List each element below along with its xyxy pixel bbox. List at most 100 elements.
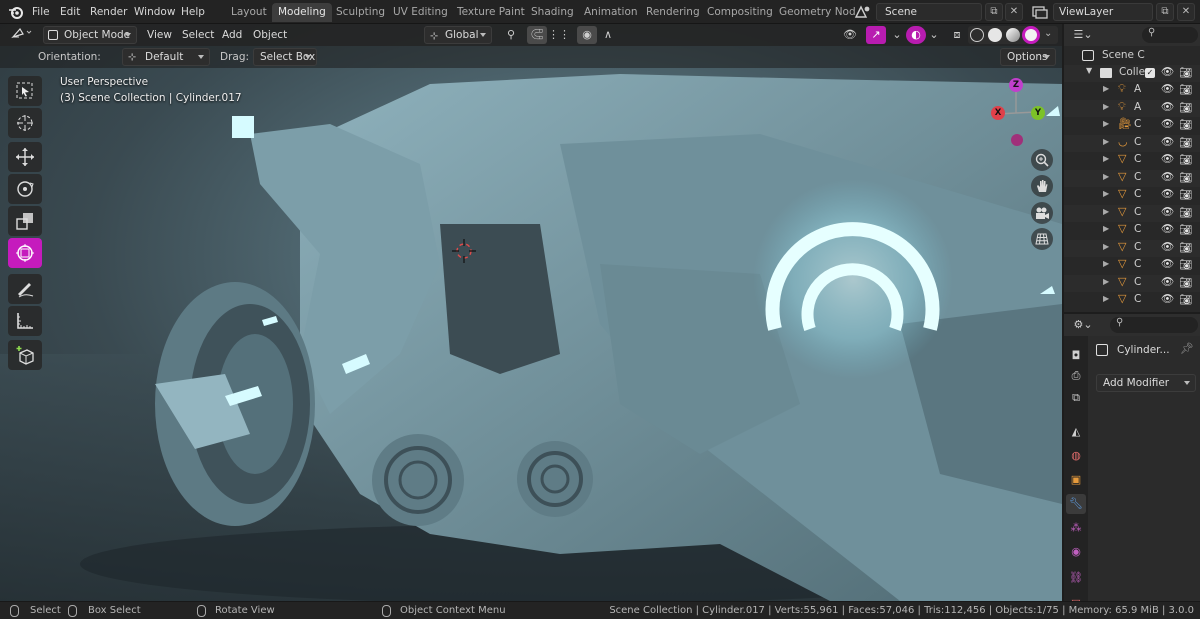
menu-select[interactable]: Select [182, 26, 214, 44]
properties-editor-type-icon[interactable]: ⚙⌄ [1070, 316, 1096, 334]
expand-arrow-icon[interactable]: ▶ [1103, 102, 1109, 111]
outliner-object-row[interactable]: ▶ ▽ C 👁︎ 📷︎ [1064, 152, 1200, 169]
render-camera-icon[interactable]: 📷︎ [1179, 206, 1192, 219]
visibility-eye-icon[interactable]: 👁︎ [1161, 117, 1174, 130]
view-layer-field[interactable]: ViewLayer [1053, 3, 1153, 21]
expand-arrow-icon[interactable]: ▶ [1103, 84, 1109, 93]
menu-help[interactable]: Help [181, 4, 205, 20]
tab-shading[interactable]: Shading [525, 3, 580, 22]
render-camera-icon[interactable]: 📷︎ [1179, 118, 1192, 131]
gizmo-settings-icon[interactable]: ⌄ [887, 26, 907, 44]
expand-arrow-icon[interactable]: ▶ [1103, 189, 1109, 198]
render-camera-icon[interactable]: 📷︎ [1179, 241, 1192, 254]
tool-select-box[interactable] [8, 76, 42, 106]
overlay-icon[interactable]: ◐ [906, 26, 926, 44]
tool-transform[interactable] [8, 238, 42, 268]
ortho-grid-icon[interactable] [1031, 228, 1053, 250]
expand-arrow-icon[interactable]: ▶ [1103, 277, 1109, 286]
scene-field[interactable]: Scene [876, 3, 982, 21]
menu-render[interactable]: Render [90, 4, 127, 20]
tool-cursor[interactable] [8, 108, 42, 138]
snap-icon[interactable]: 🧲︎ [527, 26, 547, 44]
outliner-object-row[interactable]: ▶ ▽ C 👁︎ 📷︎ [1064, 169, 1200, 187]
render-camera-icon[interactable]: 📷︎ [1179, 136, 1192, 149]
render-camera-icon[interactable]: 📷︎ [1179, 171, 1192, 184]
new-scene-icon[interactable]: ⧉ [985, 3, 1003, 21]
tab-geometry-nodes[interactable]: Geometry Nod [773, 3, 862, 22]
editor-type-icon[interactable] [8, 26, 36, 44]
tab-compositing[interactable]: Compositing [701, 3, 779, 22]
outliner-collection[interactable]: ▼ Colle ✓ 👁︎ 📷︎ [1064, 65, 1200, 82]
outliner-scene-collection[interactable]: Scene C [1064, 48, 1200, 65]
view-layer-icon[interactable] [1030, 3, 1050, 21]
navigation-gizmo[interactable]: Z X Y [985, 76, 1055, 151]
expand-arrow-icon[interactable]: ▶ [1103, 137, 1109, 146]
properties-search-input[interactable]: ⚲ [1110, 317, 1198, 333]
visibility-eye-icon[interactable]: 👁︎ [1161, 205, 1174, 218]
outliner-object-row[interactable]: ▶ 💡︎ A 👁︎ 📷︎ [1064, 82, 1200, 99]
shading-material-icon[interactable] [1006, 28, 1020, 42]
menu-add[interactable]: Add [222, 26, 242, 44]
expand-arrow-icon[interactable]: ▼ [1086, 66, 1092, 75]
object-tab-icon[interactable]: ▣ [1066, 470, 1086, 490]
visibility-eye-icon[interactable]: 👁︎ [1161, 82, 1174, 95]
tool-scale[interactable] [8, 206, 42, 236]
outliner-object-row[interactable]: ▶ ▽ C 👁︎ 📷︎ [1064, 204, 1200, 222]
tab-uv-editing[interactable]: UV Editing [387, 3, 454, 22]
tab-animation[interactable]: Animation [578, 3, 644, 22]
physics-tab-icon[interactable]: ◉ [1066, 542, 1086, 562]
gizmo-icon[interactable]: ↗ [866, 26, 886, 44]
visibility-eye-icon[interactable]: 👁︎ [1161, 187, 1174, 200]
exclude-checkbox[interactable]: ✓ [1145, 68, 1155, 78]
view-layer-tab-icon[interactable]: ⧉ [1066, 388, 1086, 408]
visibility-eye-icon[interactable]: 👁︎ [1161, 100, 1174, 113]
render-tab-icon[interactable]: ◘ [1066, 346, 1086, 366]
tab-modeling[interactable]: Modeling [272, 3, 332, 22]
proportional-edit-icon[interactable]: ◉ [577, 26, 597, 44]
render-camera-icon[interactable]: 📷︎ [1179, 258, 1192, 271]
outliner-object-row[interactable]: ▶ 🎥︎ C 👁︎ 📷︎ [1064, 117, 1200, 134]
menu-edit[interactable]: Edit [60, 4, 80, 20]
expand-arrow-icon[interactable]: ▶ [1103, 207, 1109, 216]
outliner-object-row[interactable]: ▶ ▽ C 👁︎ 📷︎ [1064, 292, 1200, 309]
visibility-eye-icon[interactable]: 👁︎ [1161, 275, 1174, 288]
zoom-icon[interactable] [1031, 149, 1053, 171]
world-tab-icon[interactable]: ◍ [1066, 446, 1086, 466]
outliner-object-row[interactable]: ▶ ▽ C 👁︎ 📷︎ [1064, 187, 1200, 204]
menu-window[interactable]: Window [134, 4, 175, 20]
drag-dropdown[interactable]: Select Box [253, 48, 317, 66]
outliner-object-row[interactable]: ▶ ▽ C 👁︎ 📷︎ [1064, 257, 1200, 274]
tool-measure[interactable] [8, 306, 42, 336]
scene-tab-icon[interactable]: ◭ [1066, 422, 1086, 442]
outliner-object-row[interactable]: ▶ ▽ C 👁︎ 📷︎ [1064, 222, 1200, 239]
falloff-icon[interactable]: ∧ [598, 26, 618, 44]
visibility-eye-icon[interactable]: 👁︎ [1161, 65, 1174, 78]
new-view-layer-icon[interactable]: ⧉ [1156, 3, 1174, 21]
expand-arrow-icon[interactable]: ▶ [1103, 119, 1109, 128]
tab-layout[interactable]: Layout [225, 3, 273, 22]
render-camera-icon[interactable]: 📷︎ [1179, 83, 1192, 96]
3d-viewport[interactable]: Object Mode View Select Add Object ⊹ Glo… [0, 24, 1062, 601]
menu-object[interactable]: Object [253, 26, 287, 44]
scene-icon[interactable] [853, 3, 873, 21]
3d-cursor-icon[interactable] [452, 239, 476, 263]
gizmo-z-axis[interactable]: Z [1009, 78, 1023, 92]
tab-rendering[interactable]: Rendering [640, 3, 706, 22]
pan-hand-icon[interactable] [1031, 175, 1053, 197]
xray-icon[interactable]: ⧈ [947, 26, 967, 44]
render-camera-icon[interactable]: 📷︎ [1179, 66, 1192, 79]
menu-file[interactable]: File [32, 4, 50, 20]
camera-view-icon[interactable] [1031, 202, 1053, 224]
tab-sculpting[interactable]: Sculpting [330, 3, 391, 22]
orientation-dropdown[interactable]: ⊹ Default [122, 48, 210, 66]
render-camera-icon[interactable]: 📷︎ [1179, 101, 1192, 114]
tool-rotate[interactable] [8, 174, 42, 204]
outliner-object-row[interactable]: ▶ 💡︎ A 👁︎ 📷︎ [1064, 99, 1200, 117]
render-camera-icon[interactable]: 📷︎ [1179, 276, 1192, 289]
expand-arrow-icon[interactable]: ▶ [1103, 294, 1109, 303]
visibility-icon[interactable]: 👁︎ [836, 26, 864, 44]
output-tab-icon[interactable]: ⎙ [1066, 366, 1086, 386]
constraints-tab-icon[interactable]: ⛓︎ [1066, 568, 1086, 588]
tab-texture-paint[interactable]: Texture Paint [451, 3, 531, 22]
modifier-tab-icon[interactable]: 🔧︎ [1066, 494, 1086, 514]
